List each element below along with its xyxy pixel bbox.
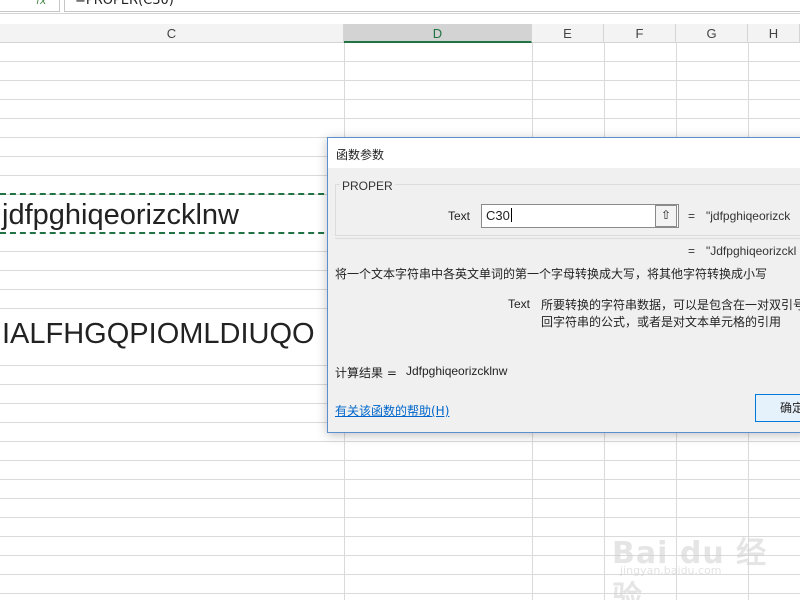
text-caret <box>510 208 512 222</box>
text-arg-value: C30 <box>486 208 510 223</box>
result-label: 计算结果 = <box>335 366 397 380</box>
formula-text: =PROPER(C30) <box>75 0 174 8</box>
collapse-arrow-icon: ⇧ <box>660 208 672 222</box>
function-description: 将一个文本字符串中各英文单词的第一个字母转换成大写，将其他字符转换成小写 <box>335 267 768 281</box>
column-header-e[interactable]: E <box>532 24 604 43</box>
function-arguments-dialog: 函数参数 PROPER Text C30 ⇧ = "jdfpghiqeorizc… <box>327 137 800 433</box>
fx-icon[interactable]: fx <box>36 0 46 7</box>
baidu-watermark: Bai du 经验 jingyan.baidu.com <box>612 520 772 600</box>
result-value: Jdfpghiqeorizcklnw <box>406 364 508 378</box>
formula-bar: fx =PROPER(C30) <box>0 0 800 14</box>
column-header-h[interactable]: H <box>748 24 800 43</box>
text-arg-label: Text <box>448 209 471 223</box>
column-header-g[interactable]: G <box>676 24 748 43</box>
collapse-dialog-button[interactable]: ⇧ <box>655 205 677 227</box>
result-preview-value: "Jdfpghiqeorizckl <box>706 244 797 258</box>
arg-desc-label: Text <box>508 297 531 311</box>
divider <box>335 238 800 239</box>
arg-preview-value: "jdfpghiqeorizck <box>706 209 791 223</box>
column-header-f[interactable]: F <box>604 24 676 43</box>
arg-desc-line1: 所要转换的字符串数据，可以是包含在一对双引号 <box>541 298 800 312</box>
result-equals-sign: = <box>688 244 696 258</box>
text-arg-input[interactable]: C30 <box>481 204 679 228</box>
arg-equals-sign: = <box>688 209 696 223</box>
arg-description: 所要转换的字符串数据，可以是包含在一对双引号 回字符串的公式，或者是对文本单元格… <box>541 297 800 331</box>
column-headers: C D E F G H <box>0 24 800 43</box>
arg-desc-line2: 回字符串的公式，或者是对文本单元格的引用 <box>541 315 782 329</box>
dialog-titlebar[interactable]: 函数参数 <box>328 138 800 168</box>
column-header-c[interactable]: C <box>0 24 344 43</box>
watermark-url: jingyan.baidu.com <box>620 564 722 577</box>
dialog-title: 函数参数 <box>336 148 385 162</box>
ok-button[interactable]: 确定 <box>755 394 800 422</box>
formula-bar-tools <box>0 0 60 12</box>
copy-selection-border <box>0 193 344 234</box>
column-header-d[interactable]: D <box>344 24 532 43</box>
function-name: PROPER <box>340 179 395 193</box>
function-help-link[interactable]: 有关该函数的帮助(H) <box>335 402 449 419</box>
cell-c-upper[interactable]: IALFHGQPIOMLDIUQO <box>0 314 344 354</box>
formula-input[interactable]: =PROPER(C30) <box>64 0 800 12</box>
